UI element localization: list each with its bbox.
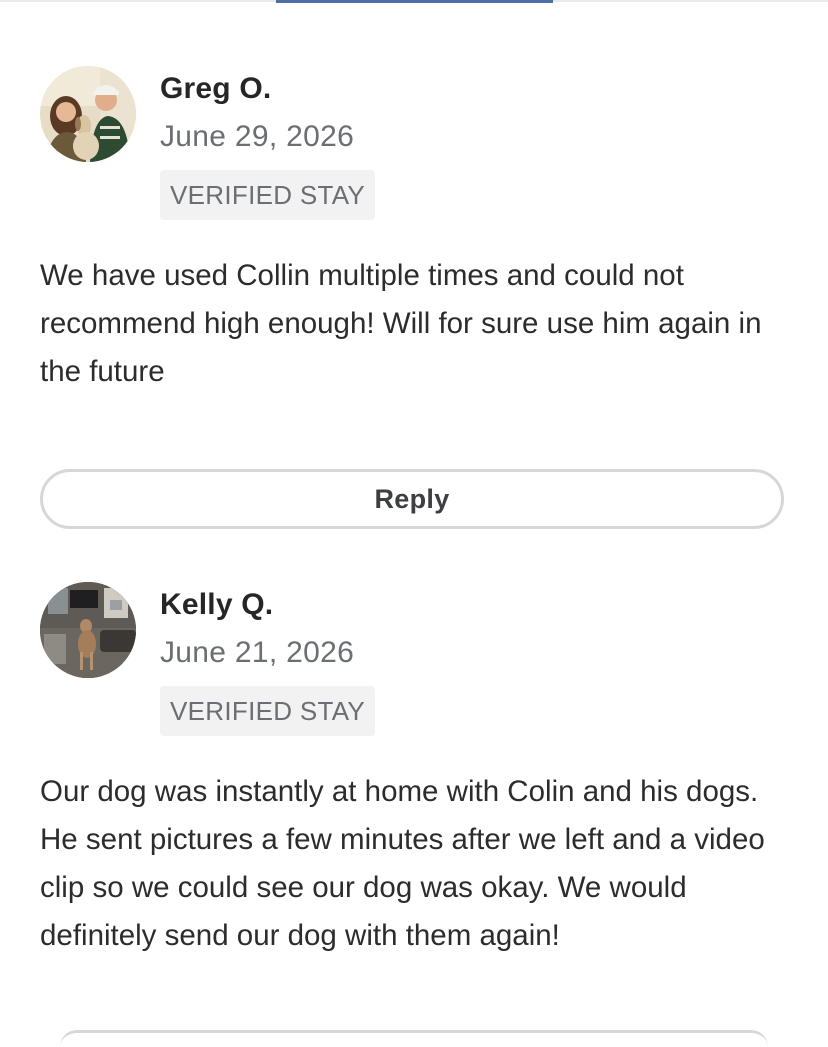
review-text: We have used Collin multiple times and c… xyxy=(40,259,762,388)
avatar-photo-icon xyxy=(40,66,136,162)
verified-stay-badge: VERIFIED STAY xyxy=(160,686,376,736)
review-date: June 21, 2026 xyxy=(160,636,355,669)
verified-stay-badge: VERIFIED STAY xyxy=(160,170,376,220)
reviewer-avatar[interactable] xyxy=(40,582,136,678)
reviewer-name: Greg O. xyxy=(160,72,272,105)
review-date: June 29, 2026 xyxy=(160,120,355,153)
reviewer-avatar[interactable] xyxy=(40,66,136,162)
reply-button[interactable] xyxy=(60,1030,768,1047)
avatar-photo-icon xyxy=(40,582,136,678)
reply-button[interactable]: Reply xyxy=(40,469,784,529)
reviewer-name: Kelly Q. xyxy=(160,588,274,621)
review-text: Our dog was instantly at home with Colin… xyxy=(40,775,765,952)
active-tab-indicator xyxy=(276,0,553,3)
